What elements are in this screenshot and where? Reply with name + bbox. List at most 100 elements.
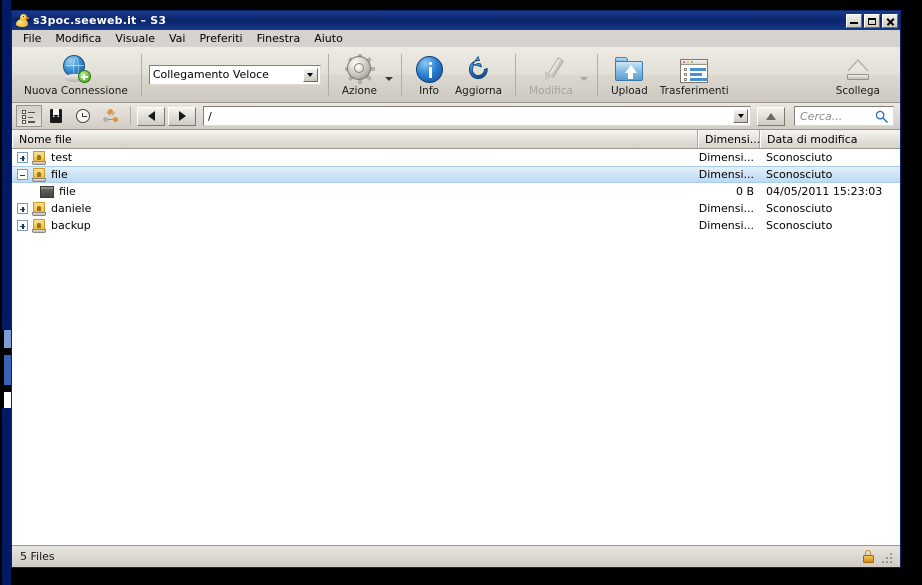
title-bar[interactable]: s3poc.seeweb.it – S3 <box>12 11 900 30</box>
table-row[interactable]: file Dimensi... Sconosciuto <box>12 166 900 183</box>
edit-dropdown-arrow[interactable] <box>579 49 590 101</box>
new-connection-label: Nuova Connessione <box>24 84 128 97</box>
search-placeholder: Cerca... <box>800 109 843 123</box>
globe-plus-icon <box>61 54 91 83</box>
forward-button[interactable] <box>168 106 196 126</box>
menu-item-vai[interactable]: Vai <box>162 31 192 46</box>
back-button[interactable] <box>137 106 165 126</box>
expander-toggle[interactable] <box>17 152 28 163</box>
path-field[interactable]: / <box>203 106 751 126</box>
edit-button[interactable]: Modifica <box>523 49 579 101</box>
transfers-window-icon <box>680 58 709 83</box>
menu-item-aiuto[interactable]: Aiuto <box>307 31 350 46</box>
file-name: backup <box>51 219 91 232</box>
window-title: s3poc.seeweb.it – S3 <box>33 14 167 27</box>
cyberduck-window: s3poc.seeweb.it – S3 File Modifica Visua… <box>11 10 901 568</box>
network-nodes-icon <box>102 109 118 123</box>
parent-directory-button[interactable] <box>757 106 785 126</box>
bonjour-button[interactable] <box>97 105 123 127</box>
file-modified: Sconosciuto <box>766 219 833 232</box>
minimize-button[interactable] <box>846 13 862 28</box>
bucket-icon <box>32 201 46 216</box>
upload-label: Upload <box>610 84 648 97</box>
bookmarks-button[interactable] <box>43 105 69 127</box>
menu-item-modifica[interactable]: Modifica <box>48 31 108 46</box>
transfers-button[interactable]: Trasferimenti <box>654 49 735 101</box>
bookmark-book-icon <box>50 109 62 123</box>
disconnect-button[interactable]: Scollega <box>830 49 886 101</box>
search-icon <box>875 110 888 123</box>
info-label: Info <box>419 84 439 97</box>
file-modified: 04/05/2011 15:23:03 <box>766 185 883 198</box>
file-size: Dimensi... <box>698 219 754 232</box>
outline-tree-icon <box>22 110 36 124</box>
action-dropdown-arrow[interactable] <box>383 49 394 101</box>
expander-toggle[interactable] <box>17 203 28 214</box>
file-name: test <box>51 151 73 164</box>
toolbar-separator-4 <box>515 53 517 96</box>
path-chevron-down-icon[interactable] <box>733 109 748 123</box>
file-modified: Sconosciuto <box>766 151 833 164</box>
menu-item-finestra[interactable]: Finestra <box>250 31 308 46</box>
folder-upload-icon <box>614 56 644 83</box>
navigation-bar: / Cerca... <box>12 103 900 130</box>
expander-toggle[interactable] <box>17 220 28 231</box>
action-button[interactable]: Azione <box>336 49 383 101</box>
eject-icon <box>845 57 871 83</box>
column-headers: Nome file Dimensi... Data di modifica <box>12 130 900 149</box>
arrow-right-icon <box>178 111 186 121</box>
file-size: Dimensi... <box>698 151 754 164</box>
toolbar-separator-5 <box>596 53 598 96</box>
path-value: / <box>208 109 212 123</box>
menu-item-file[interactable]: File <box>16 31 48 46</box>
edit-label: Modifica <box>529 84 573 97</box>
view-tree-button[interactable] <box>16 105 42 127</box>
resize-grip-icon[interactable] <box>882 551 894 563</box>
history-button[interactable] <box>70 105 96 127</box>
refresh-label: Aggiorna <box>455 84 503 97</box>
maximize-button[interactable] <box>864 13 880 28</box>
column-header-modified[interactable]: Data di modifica <box>760 130 900 148</box>
menu-item-visuale[interactable]: Visuale <box>108 31 162 46</box>
table-row[interactable]: backup Dimensi... Sconosciuto <box>12 217 900 234</box>
file-size: 0 B <box>735 185 754 198</box>
disconnect-label: Scollega <box>835 84 880 97</box>
file-icon <box>40 185 54 198</box>
chevron-down-icon[interactable] <box>302 67 318 82</box>
info-button[interactable]: Info <box>409 49 449 101</box>
upload-button[interactable]: Upload <box>605 49 654 101</box>
pencil-icon <box>538 55 565 83</box>
table-row[interactable]: file 0 B 04/05/2011 15:23:03 <box>12 183 900 200</box>
window-controls <box>846 13 898 28</box>
menu-bar: File Modifica Visuale Vai Preferiti Fine… <box>12 30 900 47</box>
file-size: Dimensi... <box>698 168 754 181</box>
table-row[interactable]: test Dimensi... Sconosciuto <box>12 149 900 166</box>
info-circle-icon <box>415 55 443 83</box>
toolbar-separator-2 <box>327 53 329 96</box>
file-browser-pane[interactable]: Nome file Dimensi... Data di modifica te… <box>12 130 900 545</box>
column-header-name[interactable]: Nome file <box>12 130 698 148</box>
file-rows: test Dimensi... Sconosciuto file Dimensi… <box>12 149 900 234</box>
expander-toggle[interactable] <box>17 169 28 180</box>
action-label: Azione <box>341 84 377 97</box>
arrow-up-icon <box>766 112 776 120</box>
status-bar: 5 Files <box>12 545 900 567</box>
bucket-icon <box>32 218 46 233</box>
connection-select[interactable]: Collegamento Veloce <box>148 64 321 85</box>
menu-item-preferiti[interactable]: Preferiti <box>192 31 249 46</box>
file-size: Dimensi... <box>698 202 754 215</box>
padlock-icon[interactable] <box>862 549 874 564</box>
gear-icon <box>344 53 375 84</box>
refresh-arrow-icon <box>465 55 493 83</box>
toolbar-separator-3 <box>401 53 402 96</box>
new-connection-button[interactable]: Nuova Connessione <box>18 49 134 101</box>
close-button[interactable] <box>882 13 898 28</box>
refresh-button[interactable]: Aggiorna <box>449 49 508 101</box>
search-field[interactable]: Cerca... <box>794 106 894 126</box>
column-header-size[interactable]: Dimensi... <box>698 130 760 148</box>
file-name: daniele <box>51 202 92 215</box>
table-row[interactable]: daniele Dimensi... Sconosciuto <box>12 200 900 217</box>
main-toolbar: Nuova Connessione Collegamento Veloce Az… <box>12 47 900 103</box>
file-name: file <box>59 185 76 198</box>
file-name: file <box>51 168 68 181</box>
